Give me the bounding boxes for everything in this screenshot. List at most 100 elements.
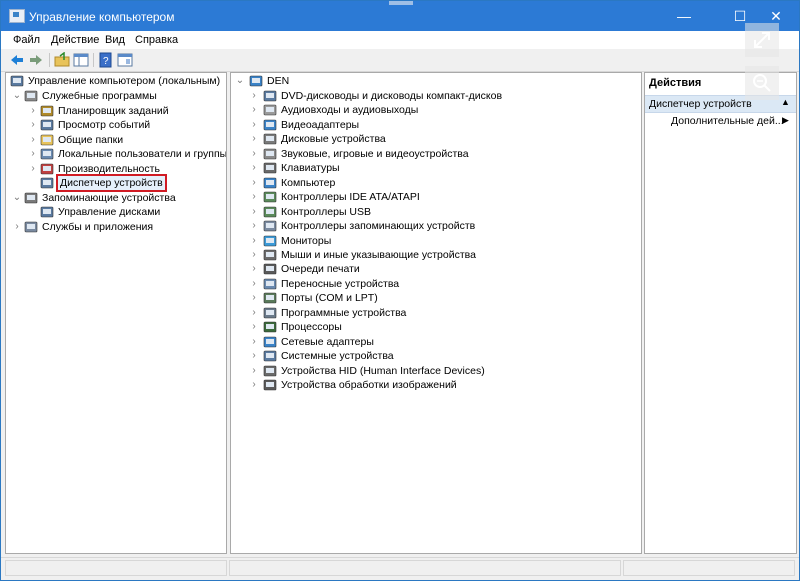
up-folder-icon[interactable] <box>54 52 70 68</box>
keyboard-icon <box>263 162 277 174</box>
dvd-drive-icon <box>263 90 277 102</box>
chevron-right-icon[interactable]: › <box>28 147 38 161</box>
device-category-label: Контроллеры запоминающих устройств <box>281 220 476 233</box>
device-category-label: Системные устройства <box>281 350 394 363</box>
tree-item-label: Управление дисками <box>58 206 161 218</box>
back-arrow-icon[interactable] <box>9 52 25 68</box>
zoom-overlay-button[interactable] <box>745 66 779 100</box>
menu-help[interactable]: Справка <box>135 34 178 46</box>
menu-action[interactable]: Действие <box>51 34 99 46</box>
chevron-right-icon[interactable]: › <box>249 161 259 175</box>
usb-controller-icon <box>263 206 277 218</box>
device-category-label: Аудиовходы и аудиовыходы <box>281 104 419 117</box>
chevron-right-icon[interactable]: › <box>28 133 38 147</box>
storage-icon <box>24 192 38 204</box>
minimize-button[interactable]: — <box>661 1 707 31</box>
help-icon[interactable]: ? <box>98 52 114 68</box>
computer-management-icon <box>9 9 25 23</box>
event-viewer-icon <box>40 119 54 131</box>
audio-io-icon <box>263 104 277 116</box>
chevron-right-icon[interactable]: › <box>249 291 259 305</box>
device-category-label: Устройства HID (Human Interface Devices) <box>281 364 485 377</box>
port-icon <box>263 292 277 304</box>
processor-icon <box>263 321 277 333</box>
chevron-right-icon[interactable]: › <box>249 132 259 146</box>
expand-icon <box>754 32 770 48</box>
menu-view[interactable]: Вид <box>105 34 125 46</box>
more-actions-link[interactable]: Дополнительные дей... <box>671 115 784 127</box>
chevron-right-icon[interactable]: › <box>249 378 259 392</box>
chevron-right-icon[interactable]: › <box>249 219 259 233</box>
performance-icon <box>40 163 54 175</box>
chevron-right-icon[interactable]: › <box>249 205 259 219</box>
expand-overlay-button[interactable] <box>745 23 779 57</box>
device-category-label: Контроллеры USB <box>281 205 371 218</box>
submenu-arrow-icon: ▶ <box>782 115 789 125</box>
chevron-down-icon[interactable]: ⌄ <box>235 74 245 88</box>
status-cell-1 <box>5 560 227 576</box>
computer-management-icon <box>10 75 24 87</box>
device-category-label: Клавиатуры <box>281 162 340 175</box>
menu-file[interactable]: Файл <box>13 34 40 46</box>
computer-name: DEN <box>267 75 290 87</box>
tree-item-label: Общие папки <box>58 133 124 146</box>
actions-section-label: Диспетчер устройств <box>649 98 752 110</box>
properties-icon[interactable] <box>117 52 133 68</box>
device-category-label: Очереди печати <box>281 263 360 276</box>
chevron-right-icon[interactable]: › <box>249 176 259 190</box>
device-category-label: Дисковые устройства <box>281 133 386 146</box>
chevron-right-icon[interactable]: › <box>249 349 259 363</box>
chevron-right-icon[interactable]: › <box>28 162 38 176</box>
chevron-right-icon[interactable]: › <box>249 118 259 132</box>
chevron-right-icon[interactable]: › <box>249 277 259 291</box>
tree-item-label: Производительность <box>58 162 160 175</box>
forward-arrow-icon[interactable] <box>28 52 44 68</box>
svg-text:?: ? <box>103 56 109 67</box>
title-bar[interactable]: Управление компьютером — ☐ ✕ <box>1 1 799 31</box>
sound-device-icon <box>263 148 277 160</box>
toolbar-separator <box>93 53 94 67</box>
chevron-right-icon[interactable]: › <box>249 262 259 276</box>
show-hide-tree-icon[interactable] <box>73 52 89 68</box>
system-device-icon <box>263 350 277 362</box>
device-category-label: Устройства обработки изображений <box>281 379 457 391</box>
chevron-right-icon[interactable]: › <box>28 118 38 132</box>
device-category-label: Программные устройства <box>281 306 407 319</box>
chevron-right-icon[interactable]: › <box>249 306 259 320</box>
chevron-right-icon[interactable]: › <box>12 220 22 234</box>
menu-bar: Файл Действие Вид Справка <box>1 31 799 49</box>
chevron-right-icon[interactable]: › <box>249 248 259 262</box>
window-title: Управление компьютером <box>29 10 175 24</box>
chevron-right-icon[interactable]: › <box>249 89 259 103</box>
chevron-right-icon[interactable]: › <box>249 234 259 248</box>
tree-root-label: Управление компьютером (локальным) <box>28 75 221 87</box>
ide-controller-icon <box>263 191 277 203</box>
title-decoration <box>389 1 413 5</box>
chevron-right-icon[interactable]: › <box>249 364 259 378</box>
disk-management-icon <box>40 206 54 218</box>
storage-controller-icon <box>263 220 277 232</box>
chevron-right-icon[interactable]: › <box>249 190 259 204</box>
imaging-device-icon <box>263 379 277 391</box>
device-category-label: Контроллеры IDE ATA/ATAPI <box>281 191 420 204</box>
toolbar: ? <box>1 49 799 72</box>
status-cell-2 <box>229 560 621 576</box>
chevron-right-icon[interactable]: › <box>28 104 38 118</box>
chevron-right-icon[interactable]: › <box>249 103 259 117</box>
device-category-label: DVD-дисководы и дисководы компакт-дисков <box>281 90 503 102</box>
collapse-up-icon[interactable]: ▲ <box>781 97 790 107</box>
chevron-right-icon[interactable]: › <box>249 335 259 349</box>
tree-item-label: Диспетчер устройств <box>56 174 167 192</box>
chevron-down-icon[interactable]: ⌄ <box>12 191 22 205</box>
tree-item-label: Планировщик заданий <box>58 104 169 117</box>
chevron-down-icon[interactable]: ⌄ <box>12 89 22 103</box>
device-category-label: Процессоры <box>281 321 342 334</box>
chevron-right-icon[interactable]: › <box>249 147 259 161</box>
device-list-panel: ⌄ DEN › DVD-дисководы и дисководы компакт-д… <box>230 72 642 554</box>
device-category-label: Порты (COM и LPT) <box>281 292 378 305</box>
status-bar <box>1 557 799 578</box>
tree-item-label: Локальные пользователи и группы <box>58 148 227 160</box>
chevron-right-icon[interactable]: › <box>249 320 259 334</box>
